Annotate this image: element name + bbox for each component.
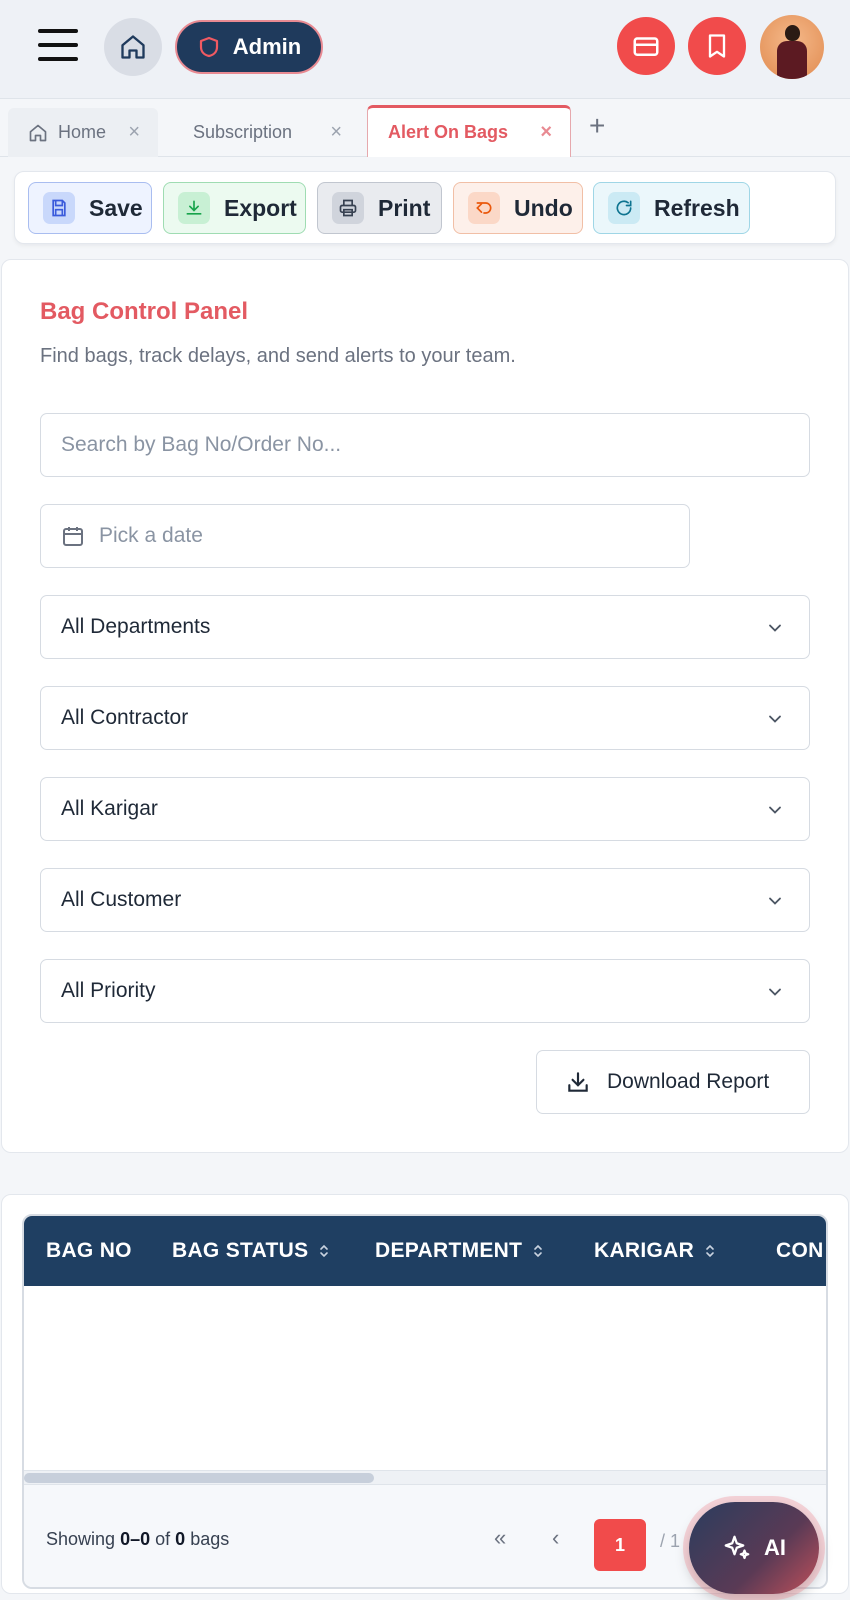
- sort-icon: [534, 1244, 543, 1258]
- tab-subscription[interactable]: Subscription ×: [170, 108, 360, 157]
- calendar-icon: [63, 527, 83, 546]
- print-button[interactable]: Print: [317, 182, 442, 234]
- admin-role-button[interactable]: Admin: [175, 20, 323, 74]
- user-avatar[interactable]: [760, 15, 824, 79]
- close-icon[interactable]: ×: [128, 121, 140, 144]
- table-header: BAG NO BAG STATUS DEPARTMENT KARIGAR CON: [24, 1216, 826, 1286]
- department-select[interactable]: All Departments: [40, 595, 810, 659]
- download-icon: [186, 200, 202, 215]
- action-toolbar: Save Export Print Undo Refresh: [14, 171, 836, 244]
- bookmark-button[interactable]: [688, 17, 746, 75]
- download-report-button[interactable]: Download Report: [536, 1050, 810, 1114]
- sparkles-icon: [724, 1535, 750, 1560]
- search-input[interactable]: Search by Bag No/Order No...: [40, 413, 810, 477]
- column-contractor[interactable]: CON: [776, 1239, 824, 1263]
- column-bag-status[interactable]: BAG STATUS: [172, 1239, 330, 1263]
- home-icon: [29, 124, 47, 141]
- undo-button[interactable]: Undo: [453, 182, 583, 234]
- save-icon: [52, 199, 66, 217]
- bookmark-icon: [708, 34, 726, 58]
- home-icon: [121, 35, 145, 59]
- contractor-select[interactable]: All Contractor: [40, 686, 810, 750]
- tab-alert-on-bags[interactable]: Alert On Bags ×: [367, 105, 571, 157]
- shield-icon: [199, 36, 218, 58]
- ai-assistant-button[interactable]: AI: [689, 1502, 819, 1594]
- column-bag-no[interactable]: BAG NO: [46, 1239, 132, 1263]
- column-department[interactable]: DEPARTMENT: [375, 1239, 544, 1263]
- refresh-icon: [616, 200, 632, 216]
- admin-label: Admin: [232, 34, 302, 59]
- scrollbar-thumb[interactable]: [24, 1473, 374, 1483]
- karigar-select[interactable]: All Karigar: [40, 777, 810, 841]
- card-button[interactable]: [617, 17, 675, 75]
- priority-select[interactable]: All Priority: [40, 959, 810, 1023]
- column-karigar[interactable]: KARIGAR: [594, 1239, 716, 1263]
- date-picker[interactable]: Pick a date: [40, 504, 690, 568]
- sort-icon: [320, 1244, 329, 1258]
- app-header: Admin: [0, 0, 850, 99]
- chevron-down-icon: [769, 715, 781, 723]
- total-pages: / 1: [660, 1531, 681, 1551]
- chevron-down-icon: [769, 624, 781, 632]
- tab-bar: Home × Subscription × Alert On Bags ×: [0, 99, 850, 157]
- close-icon[interactable]: ×: [330, 121, 342, 144]
- export-button[interactable]: Export: [163, 182, 306, 234]
- chevron-down-icon: [769, 806, 781, 814]
- download-icon: [568, 1072, 588, 1092]
- tab-home[interactable]: Home ×: [8, 108, 158, 157]
- horizontal-scrollbar[interactable]: [24, 1470, 826, 1484]
- printer-icon: [339, 199, 357, 217]
- undo-icon: [476, 202, 492, 214]
- customer-select[interactable]: All Customer: [40, 868, 810, 932]
- save-button[interactable]: Save: [28, 182, 152, 234]
- tab-label: Alert On Bags: [388, 122, 509, 142]
- refresh-button[interactable]: Refresh: [593, 182, 750, 234]
- tab-label: Home: [58, 122, 107, 142]
- panel-subtitle: Find bags, track delays, and send alerts…: [40, 345, 516, 367]
- current-page-button[interactable]: 1: [594, 1519, 646, 1571]
- menu-icon[interactable]: [38, 29, 78, 63]
- first-page-button[interactable]: «: [494, 1525, 506, 1551]
- credit-card-icon: [633, 37, 659, 56]
- chevron-down-icon: [769, 988, 781, 996]
- prev-page-button[interactable]: ‹: [552, 1525, 559, 1551]
- add-tab-button[interactable]: +: [589, 110, 605, 142]
- chevron-down-icon: [769, 897, 781, 905]
- close-icon[interactable]: ×: [540, 121, 552, 144]
- sort-icon: [706, 1244, 714, 1258]
- showing-count: Showing 0–0 of 0 bags: [46, 1529, 230, 1549]
- tab-label: Subscription: [193, 122, 293, 142]
- panel-title: Bag Control Panel: [40, 298, 249, 325]
- home-button[interactable]: [104, 18, 162, 76]
